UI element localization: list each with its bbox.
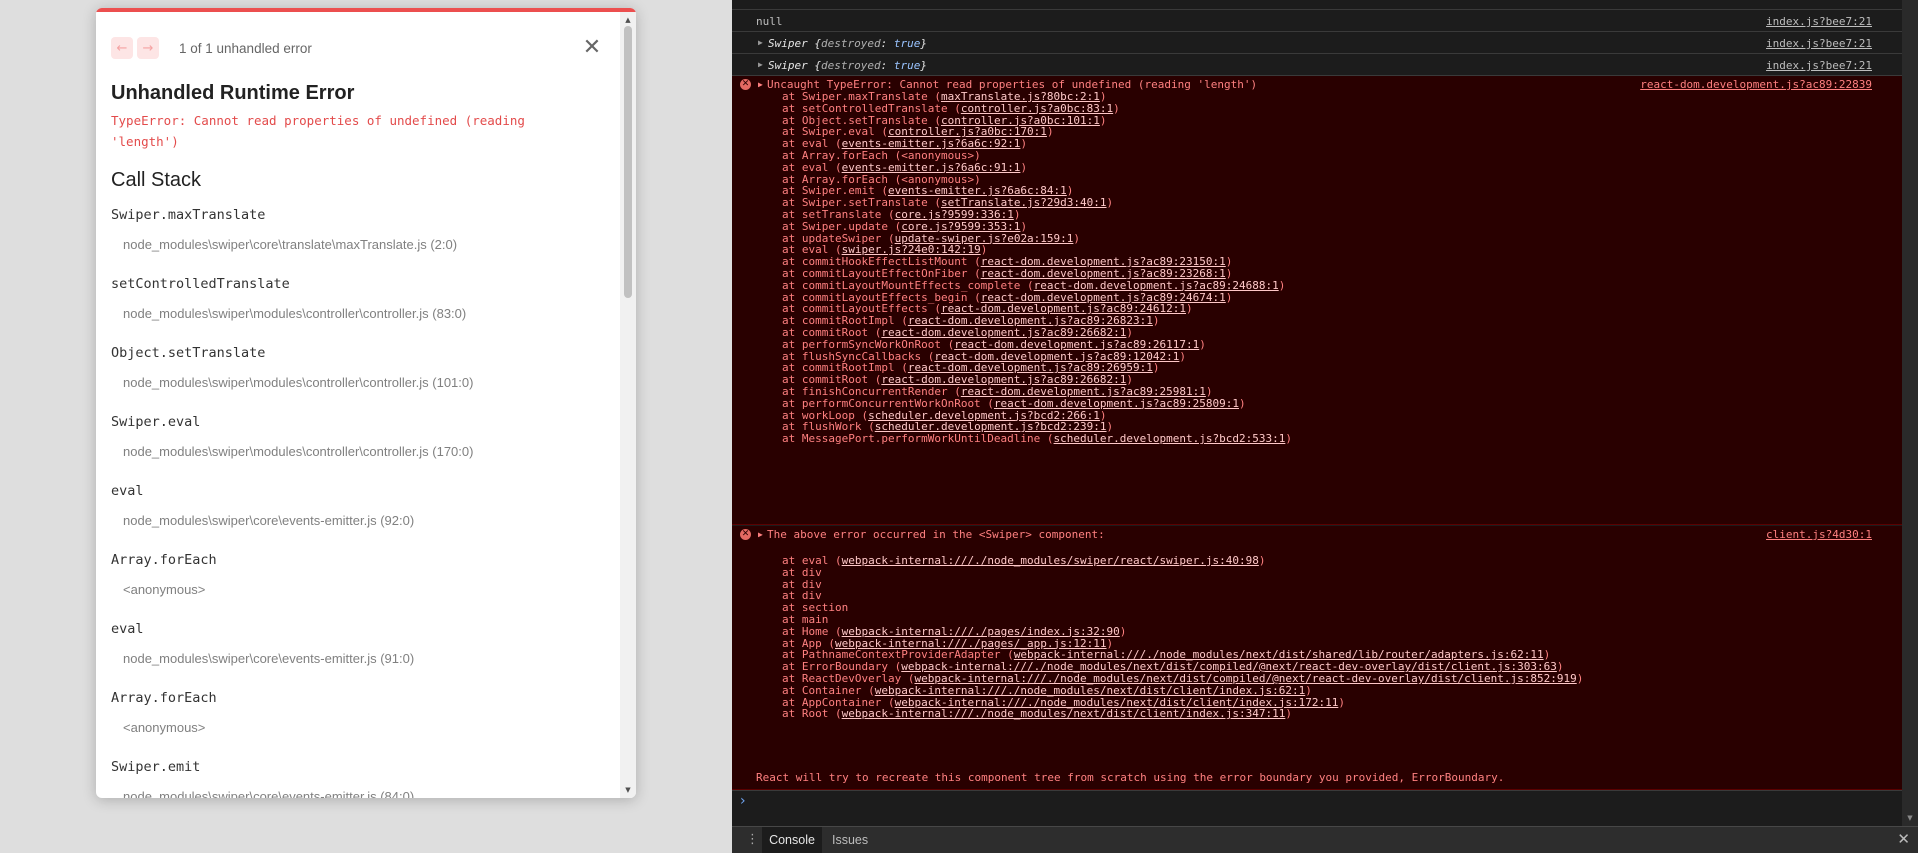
error-overlay-dialog: ← → 1 of 1 unhandled error ✕ Unhandled R… <box>96 8 636 798</box>
stack-frame-file[interactable]: node_modules\swiper\core\events-emitter.… <box>123 651 414 666</box>
tab-console[interactable]: Console <box>762 827 822 853</box>
expand-triangle-icon[interactable]: ▶ <box>758 80 763 89</box>
stack-fn: MessagePort.performWorkUntilDeadline <box>801 432 1041 446</box>
scroll-up-arrow-icon[interactable]: ▲ <box>620 14 636 26</box>
arrow-right-icon: → <box>142 40 154 56</box>
stack-frame-file[interactable]: node_modules\swiper\modules\controller\c… <box>123 306 466 321</box>
stack-frame-name[interactable]: eval <box>111 621 144 637</box>
scroll-down-arrow-icon[interactable]: ▼ <box>1902 812 1918 824</box>
close-overlay-button[interactable]: ✕ <box>580 36 604 60</box>
console-row[interactable]: ▶ Swiper {destroyed: true} index.js?bee7… <box>732 32 1902 54</box>
stack-source-link[interactable]: webpack-internal:///./node_modules/next/… <box>842 707 1286 720</box>
object-preview[interactable]: Swiper {destroyed: true} <box>768 37 927 50</box>
expand-triangle-icon[interactable]: ▶ <box>758 38 763 47</box>
object-preview[interactable]: Swiper {destroyed: true} <box>768 59 927 72</box>
scrollbar-thumb[interactable] <box>624 26 632 298</box>
stack-source-link[interactable]: scheduler.development.js?bcd2:533:1 <box>1054 432 1286 445</box>
tab-issues[interactable]: Issues <box>832 827 868 853</box>
call-stack-heading: Call Stack <box>111 169 202 191</box>
devtools-drawer-tabbar: ⋮ Console Issues ✕ <box>732 826 1918 853</box>
console-error-entry: ✕ ▶ The above error occurred in the <Swi… <box>732 526 1902 790</box>
stack-source-link[interactable]: webpack-internal:///./node_modules/swipe… <box>842 554 1259 567</box>
error-head[interactable]: The above error occurred in the <Swiper>… <box>767 528 1105 541</box>
source-link[interactable]: index.js?bee7:21 <box>1766 37 1872 50</box>
source-link[interactable]: client.js?4d30:1 <box>1766 528 1872 541</box>
stack-frame-name[interactable]: eval <box>111 483 144 499</box>
stack-frame-name[interactable]: Object.setTranslate <box>111 345 265 361</box>
expand-triangle-icon[interactable]: ▶ <box>758 60 763 69</box>
next-error-button[interactable]: → <box>137 37 159 59</box>
console-error-entry: ✕ ▶ Uncaught TypeError: Cannot read prop… <box>732 76 1902 525</box>
console-scrollbar[interactable]: ▼ <box>1902 0 1918 826</box>
overlay-scrollbar[interactable]: ▲ ▼ <box>620 12 636 798</box>
close-drawer-icon[interactable]: ✕ <box>1897 830 1910 848</box>
stack-frame-file[interactable]: node_modules\swiper\core\events-emitter.… <box>123 513 414 528</box>
console-output: null index.js?bee7:21 ▶ Swiper {destroye… <box>732 0 1902 790</box>
stack-frame-file[interactable]: node_modules\swiper\core\translate\maxTr… <box>123 237 457 252</box>
console-row: null index.js?bee7:21 <box>732 10 1902 32</box>
console-row-partial <box>732 0 1902 10</box>
stack-frame-name[interactable]: Array.forEach <box>111 552 217 568</box>
stack-line: at Root (webpack-internal:///./node_modu… <box>782 707 1292 721</box>
stack-fn: Root <box>801 707 829 721</box>
stack-line: at MessagePort.performWorkUntilDeadline … <box>782 432 1292 446</box>
stack-frame-name[interactable]: Swiper.emit <box>111 759 200 775</box>
stack-frame-name[interactable]: setControlledTranslate <box>111 276 290 292</box>
error-title: Unhandled Runtime Error <box>111 82 355 104</box>
stack-frame-file[interactable]: node_modules\swiper\core\events-emitter.… <box>123 789 414 798</box>
console-prompt[interactable]: › <box>732 790 1902 812</box>
log-text: null <box>756 15 783 28</box>
drawer-menu-icon[interactable]: ⋮ <box>746 832 759 847</box>
source-link[interactable]: react-dom.development.js?ac89:22839 <box>1640 78 1872 91</box>
source-link[interactable]: index.js?bee7:21 <box>1766 59 1872 72</box>
prompt-chevron-icon: › <box>740 793 746 809</box>
stack-line: at eval (webpack-internal:///./node_modu… <box>782 554 1266 567</box>
stack-frame-file[interactable]: node_modules\swiper\modules\controller\c… <box>123 444 473 459</box>
arrow-left-icon: ← <box>116 40 128 56</box>
error-icon: ✕ <box>740 79 751 90</box>
console-row[interactable]: ▶ Swiper {destroyed: true} index.js?bee7… <box>732 54 1902 76</box>
stack-frame-name[interactable]: Swiper.maxTranslate <box>111 207 265 223</box>
close-icon: ✕ <box>582 35 602 60</box>
error-pagination: ← → 1 of 1 unhandled error <box>111 36 312 60</box>
source-link[interactable]: index.js?bee7:21 <box>1766 15 1872 28</box>
devtools-panel: null index.js?bee7:21 ▶ Swiper {destroye… <box>732 0 1918 853</box>
error-counter: 1 of 1 unhandled error <box>179 40 312 56</box>
error-message: TypeError: Cannot read properties of und… <box>111 113 525 149</box>
stack-frame-file[interactable]: node_modules\swiper\modules\controller\c… <box>123 375 473 390</box>
prev-error-button[interactable]: ← <box>111 37 133 59</box>
scroll-down-arrow-icon[interactable]: ▼ <box>620 784 636 796</box>
stack-frame-file[interactable]: <anonymous> <box>123 720 205 735</box>
stack-frame-file[interactable]: <anonymous> <box>123 582 205 597</box>
react-recovery-note: React will try to recreate this componen… <box>756 771 1505 784</box>
overlay-body: ← → 1 of 1 unhandled error ✕ Unhandled R… <box>96 12 620 798</box>
stack-frame-name[interactable]: Array.forEach <box>111 690 217 706</box>
error-icon: ✕ <box>740 529 751 540</box>
stack-frame-name[interactable]: Swiper.eval <box>111 414 200 430</box>
expand-triangle-icon[interactable]: ▶ <box>758 530 763 539</box>
